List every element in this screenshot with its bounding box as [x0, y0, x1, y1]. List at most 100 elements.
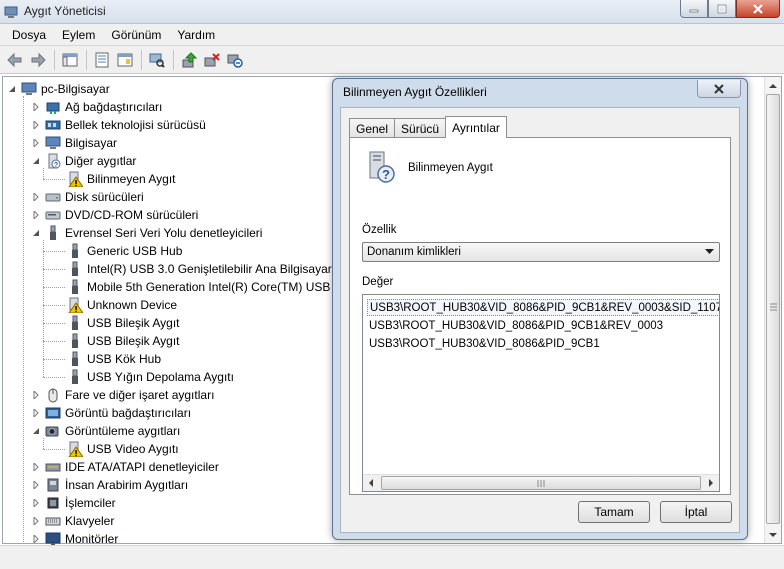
- collapsed-triangle-icon[interactable]: [31, 498, 41, 508]
- tree-category[interactable]: İşlemciler: [31, 494, 116, 512]
- tree-category[interactable]: ? Diğer aygıtlar: [31, 152, 136, 170]
- scroll-right-icon[interactable]: [703, 475, 719, 491]
- menu-help[interactable]: Yardım: [169, 26, 223, 44]
- tree-item-label: Görüntüleme aygıtları: [65, 424, 181, 438]
- properties-icon: [95, 52, 109, 67]
- expanded-triangle-icon[interactable]: [31, 156, 41, 166]
- help-icon: [117, 53, 133, 66]
- back-button[interactable]: [4, 49, 26, 71]
- value-label: Değer: [362, 276, 394, 288]
- collapsed-triangle-icon[interactable]: [31, 516, 41, 526]
- scroll-up-icon[interactable]: [765, 77, 781, 94]
- tree-category[interactable]: Bilgisayar: [31, 134, 117, 152]
- tab-driver[interactable]: Sürücü: [394, 118, 447, 138]
- scan-hardware-button[interactable]: [146, 49, 168, 71]
- tree-device[interactable]: USB Bileşik Aygıt: [67, 332, 179, 350]
- value-item[interactable]: USB3\ROOT_HUB30&VID_8086&PID_9CB1&REV_00…: [367, 317, 663, 334]
- tree-item-label: USB Video Aygıtı: [87, 442, 179, 456]
- vertical-scrollbar[interactable]: [764, 77, 781, 543]
- tree-device[interactable]: Generic USB Hub: [67, 242, 182, 260]
- dialog-title: Bilinmeyen Aygıt Özellikleri: [343, 85, 487, 99]
- window-title: Aygıt Yöneticisi: [24, 4, 106, 18]
- value-list[interactable]: USB3\ROOT_HUB30&VID_8086&PID_9CB1&REV_00…: [362, 294, 720, 492]
- collapsed-triangle-icon[interactable]: [31, 534, 41, 544]
- collapsed-triangle-icon[interactable]: [31, 390, 41, 400]
- value-item[interactable]: USB3\ROOT_HUB30&VID_8086&PID_9CB1: [367, 335, 600, 352]
- collapsed-triangle-icon[interactable]: [31, 120, 41, 130]
- properties-button[interactable]: [91, 49, 113, 71]
- usb-icon: [72, 333, 78, 348]
- collapsed-triangle-icon[interactable]: [31, 462, 41, 472]
- menu-file[interactable]: Dosya: [4, 26, 54, 44]
- tree-device[interactable]: USB Kök Hub: [67, 350, 161, 368]
- tree-item-label: Bilinmeyen Aygıt: [87, 172, 176, 186]
- menu-view[interactable]: Görünüm: [103, 26, 169, 44]
- back-arrow-icon: [7, 52, 22, 67]
- collapsed-triangle-icon[interactable]: [31, 192, 41, 202]
- tree-item-label: Klavyeler: [65, 514, 115, 528]
- tree-item-label: Bilgisayar: [65, 136, 118, 150]
- tree-device[interactable]: Unknown Device: [67, 296, 177, 314]
- expanded-triangle-icon[interactable]: [7, 84, 17, 94]
- usb-icon: [72, 261, 78, 276]
- scrollbar-thumb[interactable]: [766, 94, 780, 524]
- tree-category[interactable]: Disk sürücüleri: [31, 188, 144, 206]
- tree-device[interactable]: Mobile 5th Generation Intel(R) Core(TM) …: [67, 278, 342, 296]
- tree-device[interactable]: USB Video Aygıtı: [67, 440, 179, 458]
- uninstall-button[interactable]: [201, 49, 223, 71]
- ok-button[interactable]: Tamam: [578, 501, 650, 523]
- menu-action[interactable]: Eylem: [54, 26, 103, 44]
- maximize-button[interactable]: [708, 0, 736, 18]
- collapsed-triangle-icon[interactable]: [31, 102, 41, 112]
- expanded-triangle-icon[interactable]: [31, 228, 41, 238]
- collapsed-triangle-icon[interactable]: [31, 480, 41, 490]
- tree-category[interactable]: Evrensel Seri Veri Yolu denetleyicileri: [31, 224, 262, 242]
- tree-item-label: Mobile 5th Generation Intel(R) Core(TM) …: [87, 280, 342, 294]
- camera-icon: [45, 426, 59, 437]
- display-adapter-icon: [45, 407, 61, 419]
- tree-device[interactable]: USB Yığın Depolama Aygıtı: [67, 368, 234, 386]
- tree-item-label: İnsan Arabirim Aygıtları: [65, 478, 189, 492]
- tree-category[interactable]: Görüntüleme aygıtları: [31, 422, 180, 440]
- hscroll-thumb[interactable]: [381, 476, 701, 490]
- help-button[interactable]: [114, 49, 136, 71]
- dialog-close-button[interactable]: [697, 80, 741, 98]
- tree-category[interactable]: Ağ bağdaştırıcıları: [31, 98, 162, 116]
- scroll-left-icon[interactable]: [363, 475, 379, 491]
- minimize-icon: [689, 9, 699, 12]
- tree-category[interactable]: IDE ATA/ATAPI denetleyiciler: [31, 458, 219, 476]
- tree-category[interactable]: İnsan Arabirim Aygıtları: [31, 476, 188, 494]
- collapsed-triangle-icon[interactable]: [31, 138, 41, 148]
- property-select[interactable]: Donanım kimlikleri: [362, 242, 720, 262]
- value-item[interactable]: USB3\ROOT_HUB30&VID_8086&PID_9CB1&REV_00…: [367, 299, 719, 316]
- collapsed-triangle-icon[interactable]: [31, 210, 41, 220]
- minimize-button[interactable]: [680, 0, 708, 18]
- horizontal-scrollbar[interactable]: [363, 474, 719, 491]
- show-hide-tree-button[interactable]: [59, 49, 81, 71]
- tree-category[interactable]: Klavyeler: [31, 512, 114, 530]
- forward-button[interactable]: [27, 49, 49, 71]
- tree-category[interactable]: DVD/CD-ROM sürücüleri: [31, 206, 198, 224]
- status-bar: [0, 545, 784, 569]
- tree-category[interactable]: Bellek teknolojisi sürücüsü: [31, 116, 206, 134]
- expanded-triangle-icon[interactable]: [31, 426, 41, 436]
- network-adapter-icon: [46, 102, 60, 114]
- disable-button[interactable]: [224, 49, 246, 71]
- tab-general[interactable]: Genel: [349, 118, 396, 138]
- scroll-down-icon[interactable]: [765, 526, 781, 543]
- forward-arrow-icon: [31, 52, 46, 67]
- cancel-button[interactable]: İptal: [660, 501, 732, 523]
- tree-category[interactable]: Görüntü bağdaştırıcıları: [31, 404, 191, 422]
- tab-details[interactable]: Ayrıntılar: [445, 116, 507, 138]
- console-tree-icon: [62, 53, 78, 66]
- close-button[interactable]: [736, 0, 780, 18]
- tree-device[interactable]: USB Bileşik Aygıt: [67, 314, 179, 332]
- update-driver-button[interactable]: [178, 49, 200, 71]
- tree-device[interactable]: Intel(R) USB 3.0 Genişletilebilir Ana Bi…: [67, 260, 350, 278]
- tree-category[interactable]: Fare ve diğer işaret aygıtları: [31, 386, 214, 404]
- property-label: Özellik: [362, 224, 397, 236]
- collapsed-triangle-icon[interactable]: [31, 408, 41, 418]
- toolbar: [0, 46, 784, 74]
- tree-device[interactable]: Bilinmeyen Aygıt: [67, 170, 176, 188]
- tree-item-label: Disk sürücüleri: [65, 190, 144, 204]
